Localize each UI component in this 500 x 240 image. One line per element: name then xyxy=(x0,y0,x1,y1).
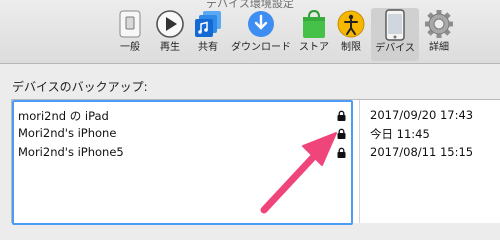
annotation-arrow xyxy=(260,132,337,214)
